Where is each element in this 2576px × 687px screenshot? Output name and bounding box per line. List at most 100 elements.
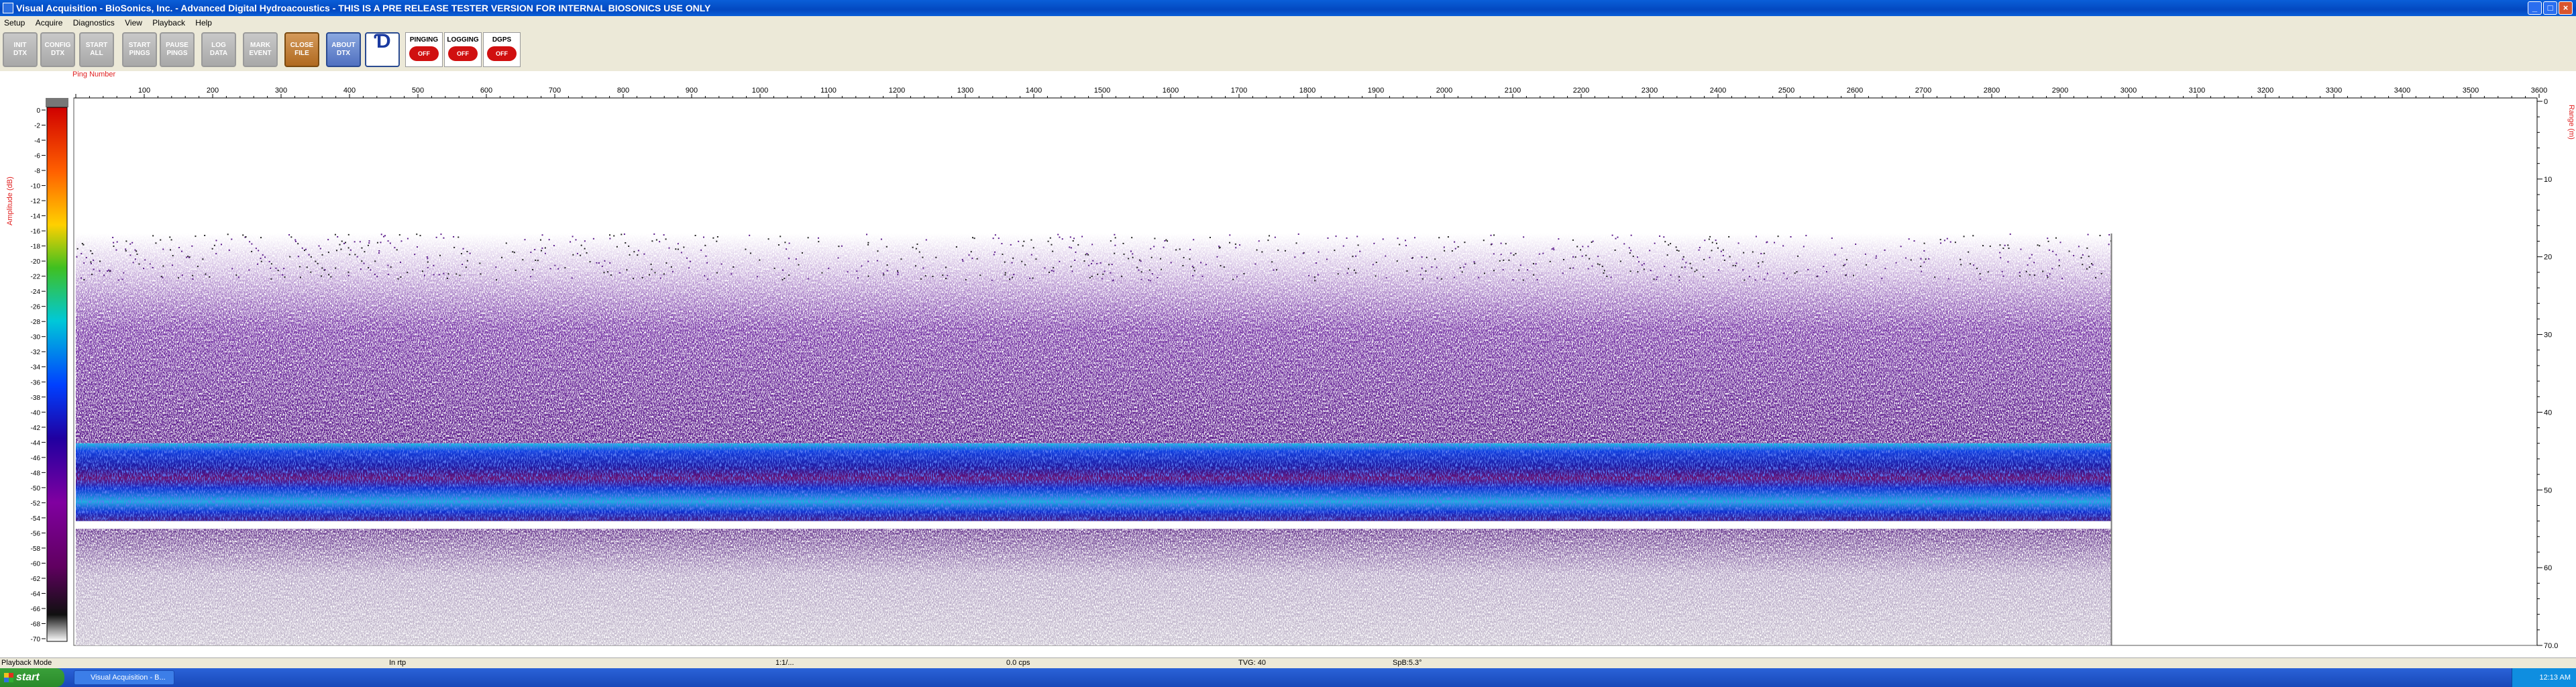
speckle-point	[1140, 271, 1142, 273]
speckle-point	[1764, 278, 1766, 280]
speckle-point	[1508, 259, 1510, 261]
windows-flag-icon	[4, 673, 13, 682]
range-axis: 0 10 20 30 40 50 60 70.0	[2536, 98, 2558, 650]
ping-tick-label: 3500	[2463, 87, 2479, 95]
speckle-point	[1254, 263, 1256, 265]
mark-event-button[interactable]: MARK EVENT	[243, 32, 278, 67]
close-file-button[interactable]: CLOSE FILE	[284, 32, 319, 67]
speckle-point	[584, 248, 586, 250]
log-data-button[interactable]: LOG DATA	[201, 32, 236, 67]
speckle-point	[837, 257, 839, 259]
taskbar-item-visual-acquisition[interactable]: Visual Acquisition - B...	[74, 670, 174, 685]
speckle-point	[321, 254, 323, 256]
ping-tick-label: 200	[207, 87, 219, 95]
colorbar-tick-label: -42	[31, 425, 41, 432]
ping-tick-label: 3400	[2394, 87, 2410, 95]
speckle-point	[192, 278, 194, 280]
speckle-point	[228, 249, 230, 251]
speckle-point	[143, 268, 145, 270]
speckle-point	[607, 271, 609, 273]
speckle-point	[459, 274, 461, 276]
speckle-point	[912, 246, 914, 248]
menu-setup[interactable]: Setup	[0, 16, 29, 28]
speckle-point	[1459, 267, 1461, 269]
speckle-point	[2007, 244, 2009, 246]
config-dtx-button[interactable]: CONFIG DTX	[40, 32, 75, 67]
range-tick-label: 40	[2544, 409, 2552, 417]
minimize-button[interactable]: _	[2528, 1, 2542, 15]
speckle-point	[1797, 255, 1799, 257]
ping-tick-label: 500	[412, 87, 424, 95]
speckle-point	[1454, 276, 1456, 278]
speckle-point	[264, 256, 266, 258]
speckle-point	[423, 274, 425, 276]
menu-view[interactable]: View	[121, 16, 146, 28]
speckle-point	[704, 275, 706, 277]
speckle-point	[2042, 270, 2044, 272]
speckle-point	[1925, 258, 1927, 260]
menu-acquire[interactable]: Acquire	[32, 16, 67, 28]
speckle-point	[784, 277, 786, 279]
speckle-point	[337, 236, 339, 238]
speckle-point	[856, 270, 858, 272]
speckle-point	[1676, 249, 1678, 251]
status-field-2: 1:1/...	[775, 659, 794, 667]
speckle-point	[204, 234, 206, 236]
start-all-button[interactable]: START ALL	[79, 32, 114, 67]
speckle-point	[324, 269, 326, 271]
speckle-point	[1419, 274, 1421, 276]
speckle-point	[749, 234, 751, 236]
pause-pings-button[interactable]: PAUSE PINGS	[160, 32, 195, 67]
speckle-point	[1503, 259, 1505, 261]
about-dtx-button[interactable]: ABOUT DTX	[326, 32, 361, 67]
speckle-point	[749, 252, 751, 254]
start-button[interactable]: start	[0, 668, 64, 687]
speckle-point	[1101, 278, 1103, 280]
speckle-point	[495, 266, 497, 268]
start-pings-button[interactable]: START PINGS	[122, 32, 157, 67]
speckle-point	[1004, 261, 1006, 263]
speckle-point	[1069, 236, 1071, 238]
speckle-point	[915, 265, 917, 267]
speckle-point	[260, 260, 262, 262]
speckle-point	[1908, 238, 1910, 240]
speckle-point	[1092, 260, 1094, 262]
ping-tick-label: 100	[138, 87, 150, 95]
speckle-point	[1519, 264, 1521, 266]
speckle-point	[1163, 246, 1165, 248]
speckle-point	[1794, 272, 1796, 274]
speckle-point	[689, 260, 691, 262]
speckle-point	[215, 240, 217, 242]
speckle-point	[1960, 258, 1962, 260]
speckle-point	[1001, 243, 1003, 245]
speckle-point	[1603, 272, 1605, 274]
speckle-point	[1009, 278, 1011, 280]
speckle-point	[170, 249, 172, 251]
speckle-point	[733, 266, 735, 268]
echogram-chart[interactable]: 100 200 300 400 500 600 700 800 900 1000 1100 1200 1…	[0, 70, 2576, 657]
speckle-point	[1572, 267, 1574, 269]
speckle-point	[1982, 245, 1984, 247]
menu-diagnostics[interactable]: Diagnostics	[69, 16, 119, 28]
close-button[interactable]: ×	[2559, 1, 2573, 15]
speckle-point	[610, 274, 612, 276]
echo-texture-0	[76, 233, 2112, 443]
speckle-point	[1786, 278, 1788, 280]
init-dtx-button[interactable]: INIT DTX	[3, 32, 38, 67]
colorbar-tick-label: -14	[31, 213, 41, 221]
speckle-point	[2058, 259, 2060, 261]
speckle-point	[1585, 254, 1587, 256]
menu-playback[interactable]: Playback	[148, 16, 189, 28]
speckle-point	[653, 233, 655, 235]
ping-tick-label: 2200	[1573, 87, 1589, 95]
speckle-point	[1032, 247, 1034, 249]
maximize-button[interactable]: □	[2543, 1, 2557, 15]
speckle-point	[1002, 254, 1004, 256]
speckle-point	[245, 236, 247, 238]
colorbar-tick-label: -52	[31, 500, 41, 507]
speckle-point	[335, 267, 337, 269]
menu-help[interactable]: Help	[191, 16, 216, 28]
speckle-point	[2046, 275, 2048, 277]
speckle-point	[1715, 242, 1717, 244]
speckle-point	[970, 251, 972, 253]
